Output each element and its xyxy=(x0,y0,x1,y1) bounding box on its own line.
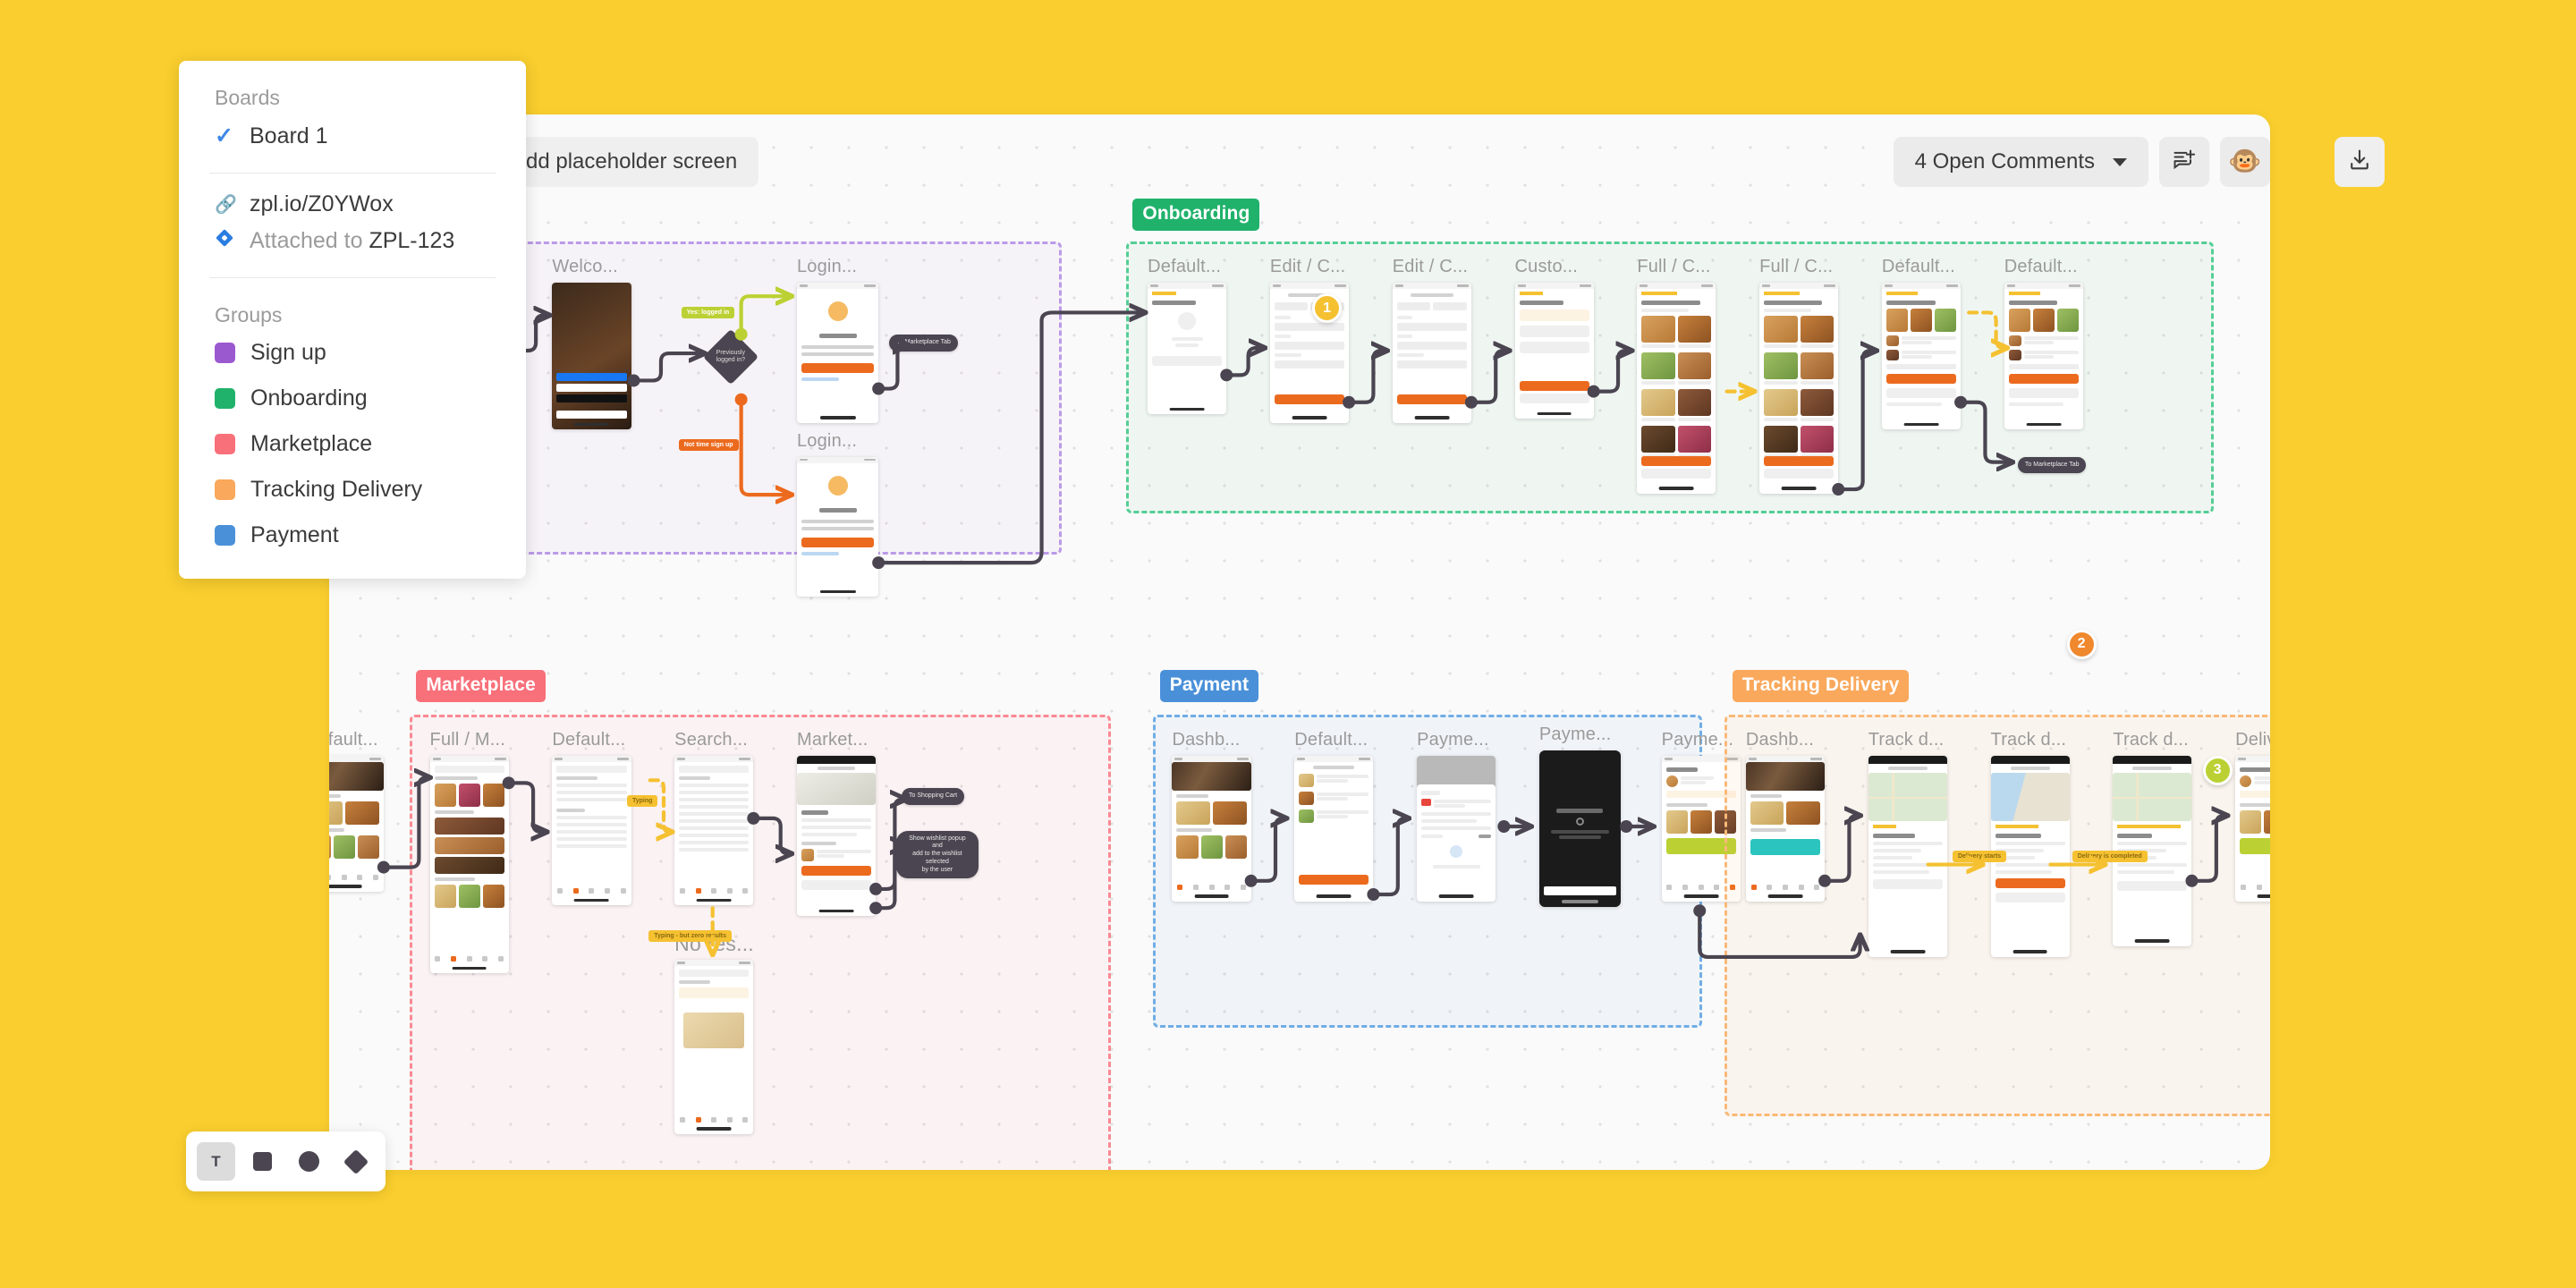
connector xyxy=(1224,348,1262,377)
share-url: zpl.io/Z0YWox xyxy=(250,191,394,216)
check-icon: ✓ xyxy=(215,123,233,148)
connector xyxy=(631,353,702,383)
group-color-swatch xyxy=(215,434,235,454)
group-label: Tracking Delivery xyxy=(250,477,423,502)
group-item-sign-up[interactable]: Sign up xyxy=(179,327,526,373)
connector xyxy=(1371,818,1405,897)
square-tool[interactable] xyxy=(243,1142,282,1181)
group-label: Sign up xyxy=(250,340,326,365)
group-color-swatch xyxy=(215,388,235,409)
shape-toolbar: T xyxy=(186,1131,386,1191)
link-icon: 🔗 xyxy=(215,195,237,215)
group-item-marketplace[interactable]: Marketplace xyxy=(179,419,526,464)
group-color-swatch xyxy=(215,479,235,500)
groups-heading: Groups xyxy=(215,303,283,326)
monkey-avatar-icon: 🐵 xyxy=(2228,147,2262,176)
attached-ticket-id: ZPL-123 xyxy=(369,228,455,253)
connector xyxy=(1469,351,1507,404)
attached-ticket-row[interactable]: Attached to ZPL-123 xyxy=(179,225,526,261)
connector xyxy=(506,781,545,832)
attached-label: Attached to ZPL-123 xyxy=(250,228,455,253)
connector xyxy=(648,778,669,832)
group-color-swatch xyxy=(215,343,235,363)
boards-heading: Boards xyxy=(215,86,280,109)
group-item-tracking-delivery[interactable]: Tracking Delivery xyxy=(179,464,526,510)
group-item-onboarding[interactable]: Onboarding xyxy=(179,373,526,419)
board-name: Board 1 xyxy=(250,123,328,148)
connector xyxy=(1249,818,1284,883)
diamond-icon xyxy=(343,1148,369,1174)
connector xyxy=(877,312,1142,565)
new-comment-icon xyxy=(2172,148,2197,177)
group-color-swatch xyxy=(215,525,235,546)
group-item-payment[interactable]: Payment xyxy=(179,510,526,555)
add-placeholder-screen-label: Add placeholder screen xyxy=(512,149,738,174)
connector xyxy=(739,397,789,495)
connector xyxy=(1822,816,1857,883)
open-comments-dropdown[interactable]: 4 Open Comments xyxy=(1893,137,2148,187)
connector-layer xyxy=(377,114,2270,960)
connector xyxy=(1958,400,2010,462)
connector xyxy=(874,800,902,892)
chevron-down-icon xyxy=(2113,157,2127,166)
connector xyxy=(1591,351,1630,394)
circle-tool[interactable] xyxy=(290,1142,328,1181)
bottom-right-controls: 4 Open Comments 🐵 xyxy=(1893,137,2270,187)
connector xyxy=(1346,351,1385,404)
connector xyxy=(1967,310,2004,348)
group-label: Payment xyxy=(250,522,339,547)
open-comments-label: 4 Open Comments xyxy=(1914,149,2095,174)
connector xyxy=(751,816,789,854)
connector xyxy=(739,296,789,336)
group-label: Marketplace xyxy=(250,431,373,456)
jira-diamond-icon xyxy=(215,228,234,254)
connector xyxy=(877,345,905,391)
download-button[interactable] xyxy=(2334,137,2385,187)
board-canvas[interactable]: Sign UpSlide 1...Welco...Login...Login..… xyxy=(329,114,2270,1170)
avatar[interactable]: 🐵 xyxy=(2220,137,2270,187)
connector xyxy=(2190,816,2224,883)
download-icon xyxy=(2347,148,2372,177)
circle-icon xyxy=(299,1151,319,1172)
text-tool[interactable]: T xyxy=(197,1142,235,1181)
share-url-row[interactable]: 🔗 zpl.io/Z0YWox xyxy=(179,174,526,225)
connector xyxy=(874,845,902,911)
group-label: Onboarding xyxy=(250,386,368,411)
board-item-board-1[interactable]: ✓ Board 1 xyxy=(179,110,526,157)
connector xyxy=(1836,351,1874,492)
diamond-tool[interactable] xyxy=(336,1142,375,1181)
connector xyxy=(1698,909,1860,960)
board-info-panel: Boards ✓ Board 1 🔗 zpl.io/Z0YWox Attache… xyxy=(179,61,526,579)
groups-list: Sign up Onboarding Marketplace Tracking Del… xyxy=(179,327,526,555)
connector xyxy=(381,777,428,869)
square-icon xyxy=(253,1152,272,1171)
new-comment-button[interactable] xyxy=(2159,137,2209,187)
